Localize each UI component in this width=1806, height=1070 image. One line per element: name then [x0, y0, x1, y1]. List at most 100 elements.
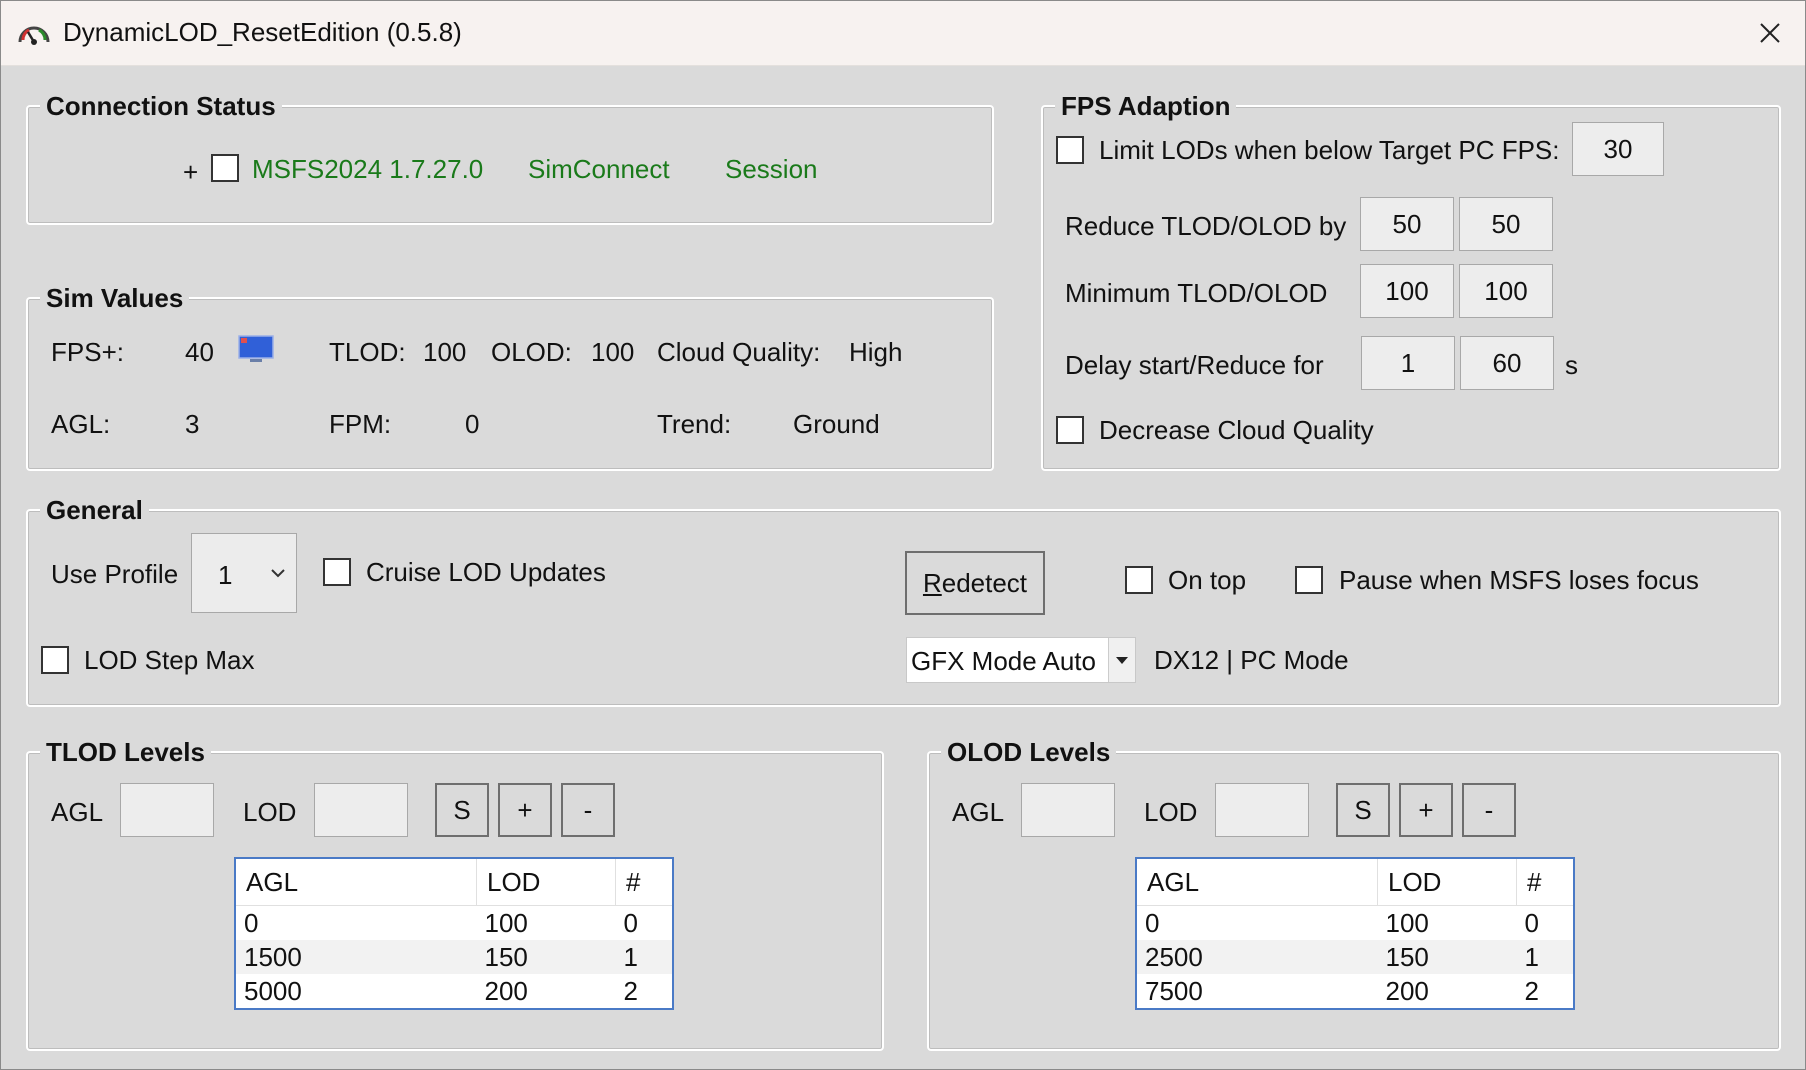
column-header[interactable]: AGL — [1136, 858, 1378, 906]
app-window: DynamicLOD_ResetEdition (0.5.8) Connecti… — [0, 0, 1806, 1070]
index-cell: 2 — [623, 975, 638, 1006]
olod-add-button[interactable]: + — [1399, 783, 1453, 837]
lod-cell: 200 — [484, 975, 528, 1006]
table-row[interactable]: 7500 200 2 — [1136, 974, 1574, 1009]
lod-cell: 150 — [476, 940, 616, 974]
pause-focus-label: Pause when MSFS loses focus — [1339, 565, 1699, 595]
caret-down-icon — [1116, 657, 1128, 664]
minimum-tlod-input[interactable]: 100 — [1360, 264, 1454, 318]
sim-values-group: Sim Values FPS+: 40 TLOD: 100 OLOD: 100 … — [26, 283, 994, 471]
close-button[interactable] — [1735, 1, 1805, 65]
target-fps-input[interactable]: 30 — [1572, 122, 1664, 176]
reduce-label: Reduce TLOD/OLOD by — [1065, 211, 1347, 241]
limit-lods-checkbox[interactable] — [1056, 136, 1084, 164]
on-top-label: On top — [1168, 565, 1247, 595]
simconnect-status: SimConnect — [528, 154, 670, 184]
cruise-lod-checkbox[interactable] — [323, 558, 351, 586]
agl-value: 3 — [185, 409, 200, 439]
column-header[interactable]: LOD — [1377, 858, 1517, 906]
tlod-remove-button[interactable]: - — [561, 783, 615, 837]
redetect-label: edetect — [941, 567, 1028, 598]
olod-value: 100 — [591, 337, 635, 367]
index-cell: 1 — [1516, 940, 1574, 974]
index-cell: 1 — [615, 940, 673, 974]
msfs-version-status: MSFS2024 1.7.27.0 — [252, 154, 484, 184]
column-header[interactable]: # — [615, 858, 674, 906]
table-row[interactable]: 0 100 0 — [235, 906, 673, 941]
table-header-row: AGL LOD # — [235, 858, 674, 906]
gauge-icon — [18, 26, 50, 45]
group-title: FPS Adaption — [1055, 91, 1237, 122]
close-icon — [1760, 23, 1780, 43]
monitor-icon — [238, 335, 274, 362]
olod-lod-input[interactable] — [1215, 783, 1309, 837]
lod-step-max-label: LOD Step Max — [84, 645, 255, 675]
delay-unit-label: s — [1565, 350, 1578, 380]
general-group: General Use Profile 1 Cruise LOD Updates… — [26, 495, 1781, 707]
expand-toggle[interactable]: + — [183, 157, 198, 188]
tlod-levels-group: TLOD Levels AGL LOD S + - AGL LOD # 0 10… — [26, 737, 884, 1051]
tlod-add-button[interactable]: + — [498, 783, 552, 837]
table-row[interactable]: 1500 150 1 — [235, 940, 673, 974]
tlod-agl-input[interactable] — [120, 783, 214, 837]
agl-label: AGL: — [51, 409, 111, 439]
group-title: General — [40, 495, 149, 526]
tlod-table: AGL LOD # 0 100 0 1500 150 1 5000 200 2 — [234, 857, 674, 1010]
index-cell: 0 — [1524, 907, 1539, 938]
connection-checkbox[interactable] — [211, 154, 239, 182]
session-status: Session — [725, 154, 818, 184]
olod-set-button[interactable]: S — [1336, 783, 1390, 837]
column-header[interactable]: LOD — [476, 858, 616, 906]
tlod-set-button[interactable]: S — [435, 783, 489, 837]
gfx-status-text: DX12 | PC Mode — [1154, 645, 1349, 675]
olod-agl-input[interactable] — [1021, 783, 1115, 837]
lod-cell: 100 — [484, 907, 528, 938]
limit-lods-label: Limit LODs when below Target PC FPS: — [1099, 135, 1560, 165]
trend-label: Trend: — [657, 409, 732, 439]
tlod-value: 100 — [423, 337, 467, 367]
title-bar: DynamicLOD_ResetEdition (0.5.8) — [1, 1, 1805, 66]
gfx-mode-select[interactable]: GFX Mode Auto — [906, 637, 1136, 683]
reduce-tlod-input[interactable]: 50 — [1360, 197, 1454, 251]
window-title: DynamicLOD_ResetEdition (0.5.8) — [63, 17, 462, 47]
table-header-row: AGL LOD # — [1136, 858, 1575, 906]
tlod-agl-label: AGL — [51, 797, 104, 827]
column-header[interactable]: AGL — [235, 858, 477, 906]
decrease-cloud-checkbox[interactable] — [1056, 416, 1084, 444]
olod-remove-button[interactable]: - — [1462, 783, 1516, 837]
minimum-label: Minimum TLOD/OLOD — [1065, 278, 1328, 308]
profile-select[interactable]: 1 — [191, 533, 297, 613]
olod-agl-label: AGL — [952, 797, 1005, 827]
table-row[interactable]: 2500 150 1 — [1136, 940, 1574, 974]
group-title: TLOD Levels — [40, 737, 211, 768]
redetect-button[interactable]: Redetect — [905, 551, 1045, 615]
on-top-checkbox[interactable] — [1125, 566, 1153, 594]
cruise-lod-label: Cruise LOD Updates — [366, 557, 606, 587]
lod-step-max-checkbox[interactable] — [41, 646, 69, 674]
delay-reduce-input[interactable]: 60 — [1460, 336, 1554, 390]
cloud-quality-value: High — [849, 337, 903, 367]
use-profile-label: Use Profile — [51, 559, 179, 589]
chevron-down-icon — [271, 569, 285, 578]
agl-cell: 0 — [1145, 907, 1160, 938]
group-title: OLOD Levels — [941, 737, 1117, 768]
olod-label: OLOD: — [491, 337, 572, 367]
column-header[interactable]: # — [1516, 858, 1575, 906]
agl-cell: 2500 — [1136, 940, 1378, 974]
connection-status-group: Connection Status + MSFS2024 1.7.27.0 Si… — [26, 91, 994, 225]
minimum-olod-input[interactable]: 100 — [1459, 264, 1553, 318]
reduce-olod-input[interactable]: 50 — [1459, 197, 1553, 251]
table-row[interactable]: 5000 200 2 — [235, 974, 673, 1009]
index-cell: 0 — [623, 907, 638, 938]
gfx-mode-dropdown-arrow[interactable] — [1108, 638, 1135, 682]
trend-value: Ground — [793, 409, 880, 439]
table-row[interactable]: 0 100 0 — [1136, 906, 1574, 941]
tlod-lod-label: LOD — [243, 797, 297, 827]
tlod-label: TLOD: — [329, 337, 406, 367]
gfx-mode-value: GFX Mode Auto — [911, 646, 1096, 676]
delay-start-input[interactable]: 1 — [1361, 336, 1455, 390]
lod-cell: 150 — [1377, 940, 1517, 974]
cloud-quality-label: Cloud Quality: — [657, 337, 821, 367]
tlod-lod-input[interactable] — [314, 783, 408, 837]
pause-focus-checkbox[interactable] — [1295, 566, 1323, 594]
